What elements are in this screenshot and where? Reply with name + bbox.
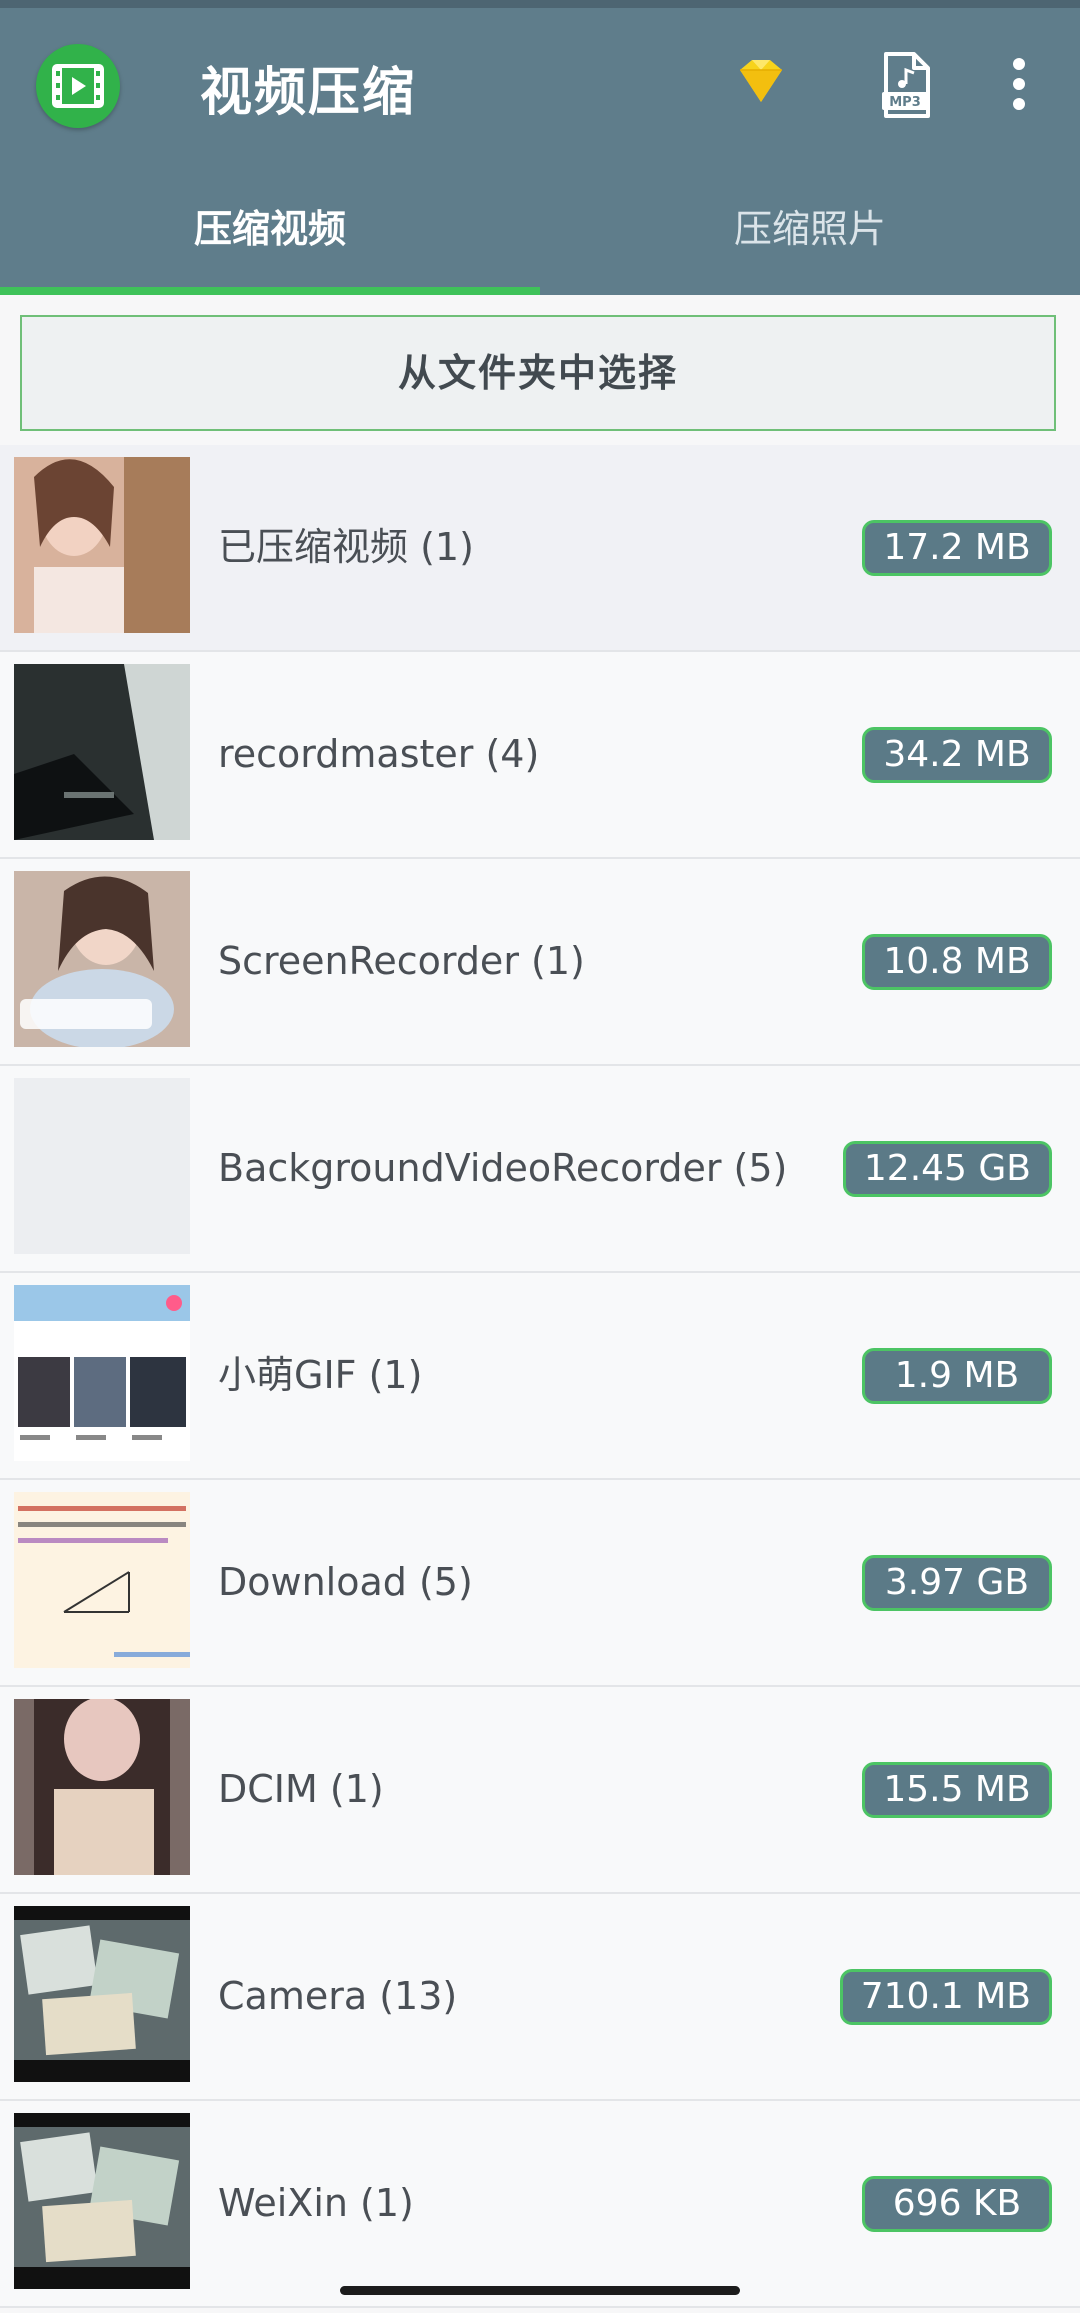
folder-list: 已压缩视频 (1) 17.2 MB recordmaster (4) 34.2 …	[0, 445, 1080, 2308]
folder-thumbnail	[14, 2113, 190, 2289]
folder-name: recordmaster (4)	[218, 732, 540, 776]
tab-bar: 压缩视频 压缩照片	[0, 170, 1080, 295]
choose-from-folder-button[interactable]: 从文件夹中选择	[20, 315, 1056, 431]
status-bar-edge	[0, 0, 1080, 8]
folder-thumbnail	[14, 1492, 190, 1668]
folder-row[interactable]: DCIM (1) 15.5 MB	[0, 1687, 1080, 1894]
active-tab-indicator	[0, 287, 540, 295]
folder-row[interactable]: recordmaster (4) 34.2 MB	[0, 652, 1080, 859]
home-indicator[interactable]	[340, 2286, 740, 2295]
folder-size-badge: 696 KB	[862, 2176, 1052, 2232]
folder-thumbnail	[14, 1906, 190, 2082]
folder-size-badge: 34.2 MB	[862, 727, 1052, 783]
folder-size-badge: 17.2 MB	[862, 520, 1052, 576]
folder-size-badge: 3.97 GB	[862, 1555, 1052, 1611]
video-compress-logo-icon	[36, 44, 120, 128]
folder-size-badge: 710.1 MB	[839, 1969, 1052, 2025]
diamond-icon[interactable]	[716, 40, 806, 130]
more-vert-icon[interactable]	[974, 40, 1064, 130]
folder-thumbnail	[14, 1078, 190, 1254]
folder-size-badge: 10.8 MB	[862, 934, 1052, 990]
folder-thumbnail	[14, 1699, 190, 1875]
folder-size-badge: 1.9 MB	[862, 1348, 1052, 1404]
folder-name: Download (5)	[218, 1560, 473, 1604]
app-bar: 视频压缩 MP3 压缩视频 压缩照片	[0, 0, 1080, 295]
folder-row[interactable]: WeiXin (1) 696 KB	[0, 2101, 1080, 2308]
folder-row[interactable]: BackgroundVideoRecorder (5) 12.45 GB	[0, 1066, 1080, 1273]
app-title: 视频压缩	[200, 63, 417, 123]
folder-row[interactable]: Download (5) 3.97 GB	[0, 1480, 1080, 1687]
folder-thumbnail	[14, 664, 190, 840]
tab-compress-video[interactable]: 压缩视频	[0, 170, 540, 290]
folder-thumbnail	[14, 1285, 190, 1461]
folder-row[interactable]: Camera (13) 710.1 MB	[0, 1894, 1080, 2101]
folder-row[interactable]: 已压缩视频 (1) 17.2 MB	[0, 445, 1080, 652]
folder-name: 已压缩视频 (1)	[218, 525, 474, 569]
folder-row[interactable]: ScreenRecorder (1) 10.8 MB	[0, 859, 1080, 1066]
folder-name: BackgroundVideoRecorder (5)	[218, 1146, 788, 1190]
folder-size-badge: 15.5 MB	[862, 1762, 1052, 1818]
folder-name: 小萌GIF (1)	[218, 1353, 423, 1397]
mp3-file-icon[interactable]: MP3	[862, 40, 952, 130]
folder-thumbnail	[14, 871, 190, 1047]
folder-size-badge: 12.45 GB	[842, 1141, 1052, 1197]
folder-name: Camera (13)	[218, 1974, 458, 2018]
folder-row[interactable]: 小萌GIF (1) 1.9 MB	[0, 1273, 1080, 1480]
folder-thumbnail	[14, 457, 190, 633]
folder-name: ScreenRecorder (1)	[218, 939, 585, 983]
svg-text:MP3: MP3	[889, 95, 921, 110]
tab-compress-photo[interactable]: 压缩照片	[540, 170, 1080, 290]
folder-name: WeiXin (1)	[218, 2181, 414, 2225]
folder-name: DCIM (1)	[218, 1767, 384, 1811]
